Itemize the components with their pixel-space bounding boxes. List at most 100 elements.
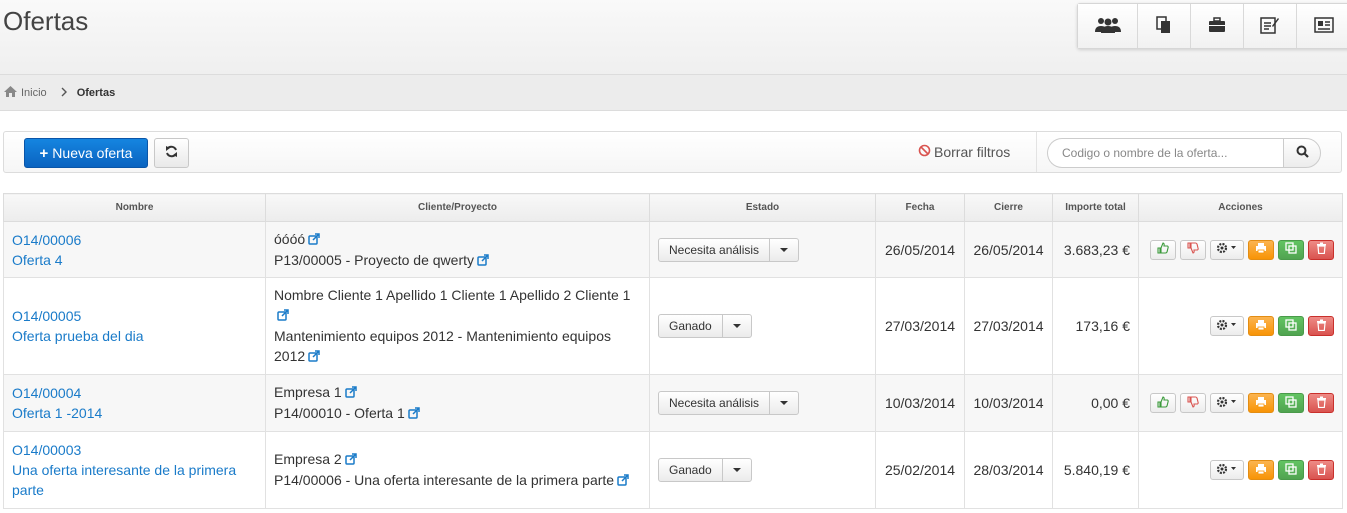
delete-button[interactable] <box>1308 460 1334 480</box>
page-header: Ofertas <box>0 0 1347 74</box>
offer-code-link[interactable]: O14/00006 <box>12 230 257 250</box>
edit-nav-button[interactable] <box>1244 4 1297 48</box>
total-cell: 0,00 € <box>1052 374 1139 432</box>
offer-code-link[interactable]: O14/00005 <box>12 306 257 326</box>
state-dropdown[interactable]: Necesita análisis <box>658 237 800 262</box>
mark-won-button[interactable] <box>1150 239 1176 260</box>
client-project-cell: Empresa 1 P14/00010 - Oferta 1 <box>265 374 650 432</box>
close-date-cell: 26/05/2014 <box>964 221 1053 278</box>
external-link-icon[interactable] <box>344 383 357 403</box>
external-link-icon[interactable] <box>308 347 320 367</box>
print-button[interactable] <box>1248 460 1274 480</box>
print-icon <box>1255 396 1267 411</box>
client-name: Empresa 1 <box>274 384 342 400</box>
print-icon <box>1255 242 1267 257</box>
briefcase-icon <box>1208 16 1226 36</box>
contacts-nav-button[interactable] <box>1297 4 1347 48</box>
users-nav-button[interactable] <box>1078 4 1138 48</box>
print-button[interactable] <box>1248 393 1274 413</box>
chevron-right-icon <box>61 85 68 100</box>
external-link-icon[interactable] <box>617 471 629 491</box>
close-date-cell: 10/03/2014 <box>964 374 1053 432</box>
search-button[interactable] <box>1283 138 1321 168</box>
copy-icon <box>1285 242 1297 257</box>
refresh-button[interactable] <box>154 138 189 168</box>
column-header-nombre[interactable]: Nombre <box>3 193 266 222</box>
state-label: Ganado <box>659 459 723 481</box>
gear-icon <box>1216 463 1238 478</box>
offer-name-cell: O14/00005 Oferta prueba del dia <box>3 277 266 375</box>
breadcrumb-home-label: Inicio <box>21 86 47 99</box>
duplicate-button[interactable] <box>1278 460 1304 480</box>
state-dropdown[interactable]: Necesita análisis <box>658 391 800 415</box>
chevron-down-icon[interactable] <box>723 459 751 481</box>
column-header-cliente-proyecto[interactable]: Cliente/Proyecto <box>265 193 650 222</box>
mark-won-button[interactable] <box>1150 393 1176 413</box>
chevron-down-icon[interactable] <box>770 392 798 414</box>
client-name: Empresa 2 <box>274 451 342 467</box>
contact-card-icon <box>1313 16 1334 36</box>
print-icon <box>1255 463 1267 478</box>
client-project-cell: Empresa 2 P14/00006 - Una oferta interes… <box>265 431 650 509</box>
external-link-icon[interactable] <box>477 251 489 271</box>
duplicate-button[interactable] <box>1278 316 1304 336</box>
table-row: O14/00004 Oferta 1 -2014 Empresa 1 P14/0… <box>3 374 1343 432</box>
date-cell: 26/05/2014 <box>875 221 965 278</box>
column-header-cierre[interactable]: Cierre <box>964 193 1053 222</box>
state-label: Ganado <box>659 315 723 337</box>
print-button[interactable] <box>1248 316 1274 336</box>
offer-code-link[interactable]: O14/00003 <box>12 440 257 460</box>
project-name: Mantenimiento equipos 2012 - Mantenimien… <box>274 328 611 364</box>
clear-filters-link[interactable]: Borrar filtros <box>918 144 1010 160</box>
settings-menu-button[interactable] <box>1210 239 1244 260</box>
state-dropdown[interactable]: Ganado <box>658 314 752 338</box>
clear-filters-label: Borrar filtros <box>934 144 1011 160</box>
offer-name-link[interactable]: Oferta 1 -2014 <box>12 403 257 423</box>
trash-icon <box>1316 396 1327 411</box>
delete-button[interactable] <box>1308 393 1334 413</box>
external-link-icon[interactable] <box>408 404 420 424</box>
print-button[interactable] <box>1248 239 1274 260</box>
delete-button[interactable] <box>1308 239 1334 260</box>
offer-name-link[interactable]: Oferta prueba del dia <box>12 326 257 346</box>
breadcrumb-current: Ofertas <box>76 86 116 99</box>
mark-lost-button[interactable] <box>1180 393 1206 413</box>
gear-icon <box>1216 396 1238 411</box>
edit-icon <box>1260 16 1280 37</box>
briefcase-nav-button[interactable] <box>1191 4 1244 48</box>
table-row: O14/00005 Oferta prueba del dia Nombre C… <box>3 277 1343 375</box>
project-name: P14/00006 - Una oferta interesante de la… <box>274 472 615 488</box>
duplicate-button[interactable] <box>1278 393 1304 413</box>
external-link-icon[interactable] <box>308 230 320 250</box>
offer-name-link[interactable]: Oferta 4 <box>12 250 257 270</box>
external-link-icon[interactable] <box>277 306 289 326</box>
mark-lost-button[interactable] <box>1180 239 1206 260</box>
ban-icon <box>918 144 931 160</box>
state-cell: Ganado <box>649 277 876 375</box>
breadcrumb-home-link[interactable]: Inicio <box>4 85 47 100</box>
toolbar-divider <box>1036 132 1037 172</box>
column-header-importe-total[interactable]: Importe total <box>1052 193 1139 222</box>
offer-code-link[interactable]: O14/00004 <box>12 383 257 403</box>
external-link-icon[interactable] <box>344 450 357 470</box>
search-icon <box>1296 145 1309 161</box>
column-header-fecha[interactable]: Fecha <box>875 193 965 222</box>
offers-table-wrapper: Nombre Cliente/Proyecto Estado Fecha Cie… <box>3 193 1343 509</box>
state-dropdown[interactable]: Ganado <box>658 458 752 482</box>
project-name: P14/00010 - Oferta 1 <box>274 405 405 421</box>
state-cell: Necesita análisis <box>649 374 876 432</box>
settings-menu-button[interactable] <box>1210 393 1244 413</box>
client-project-cell: Nombre Cliente 1 Apellido 1 Cliente 1 Ap… <box>265 277 650 375</box>
chevron-down-icon[interactable] <box>770 239 798 261</box>
column-header-estado[interactable]: Estado <box>649 193 876 222</box>
documents-nav-button[interactable] <box>1138 4 1191 48</box>
duplicate-button[interactable] <box>1278 239 1304 260</box>
settings-menu-button[interactable] <box>1210 316 1244 336</box>
search-input[interactable] <box>1047 138 1283 168</box>
settings-menu-button[interactable] <box>1210 460 1244 480</box>
new-offer-button[interactable]: + Nueva oferta <box>24 138 148 168</box>
quick-nav <box>1077 3 1347 49</box>
offer-name-link[interactable]: Una oferta interesante de la primera par… <box>12 460 257 500</box>
chevron-down-icon[interactable] <box>723 315 751 337</box>
delete-button[interactable] <box>1308 316 1334 336</box>
